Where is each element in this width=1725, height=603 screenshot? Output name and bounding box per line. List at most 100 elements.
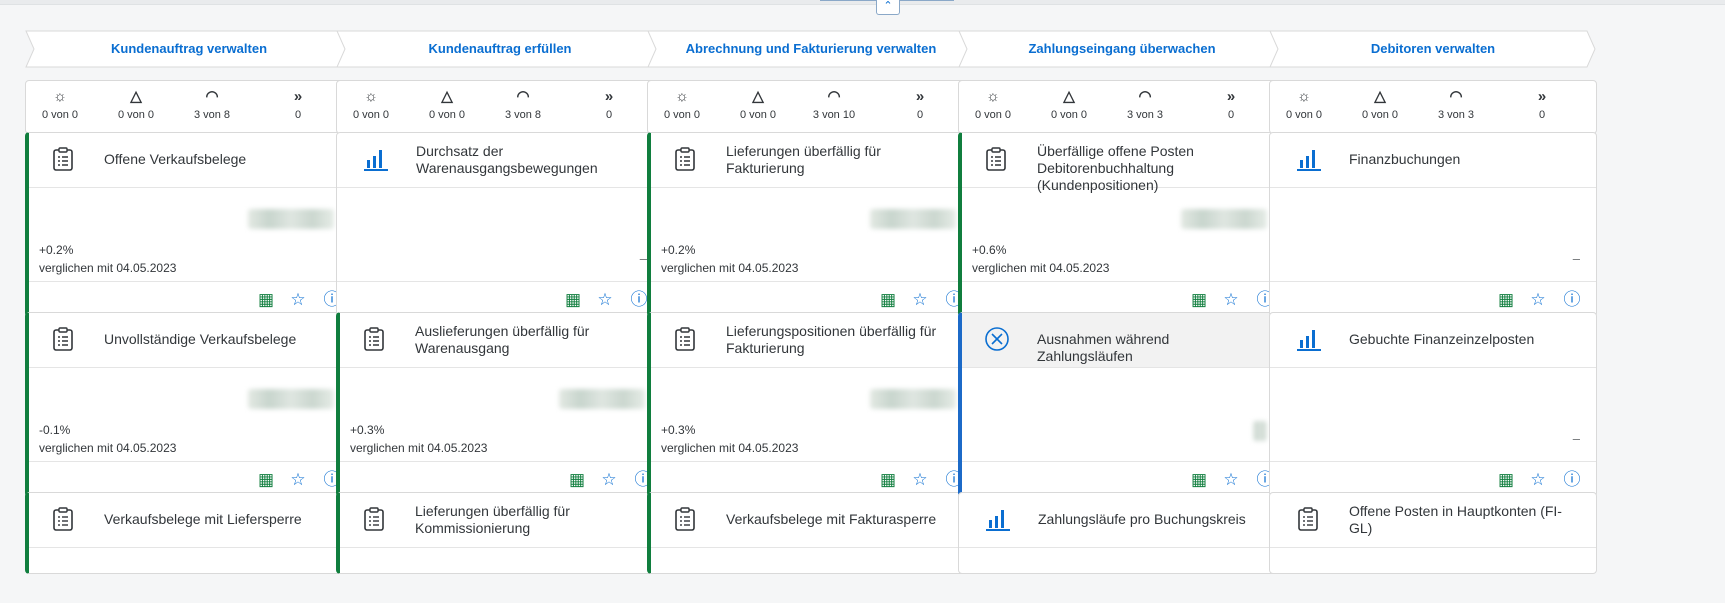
star-icon[interactable]: ☆	[1528, 290, 1548, 310]
kpi-indicator[interactable]: △ 0 von 0	[96, 87, 176, 121]
table-icon[interactable]: ▦	[256, 470, 276, 490]
kpi-indicator[interactable]: ☼ 0 von 0	[20, 87, 100, 121]
tile-title: Lieferungen überfällig für Fakturierung	[726, 143, 881, 176]
kpi-tile[interactable]: Offene Posten in Hauptkonten (FI-GL)	[1269, 492, 1597, 574]
tile-title: Durchsatz der Warenausgangsbewegungen	[416, 143, 598, 176]
star-icon[interactable]: ☆	[910, 470, 930, 490]
kpi-tile[interactable]: Lieferungen überfällig für Kommissionier…	[336, 492, 664, 574]
bar-chart-icon	[1296, 326, 1321, 352]
kpi-tile[interactable]: Auslieferungen überfällig für Warenausga…	[336, 312, 664, 497]
star-icon[interactable]: ☆	[1221, 470, 1241, 490]
kpi-tile[interactable]: Finanzbuchungen – ▦ ☆ ⓘ	[1269, 132, 1597, 317]
kpi-indicator[interactable]: ☼ 0 von 0	[642, 87, 722, 121]
kpi-tile[interactable]: Lieferungspositionen überfällig für Fakt…	[647, 312, 975, 497]
kpi-tile[interactable]: Ausnahmen während Zahlungsläufen ▦ ☆ ⓘ	[958, 312, 1286, 497]
bar-chart-icon	[1296, 146, 1321, 172]
kpi-tile[interactable]: Offene Verkaufsbelege +0.2% verglichen mit…	[25, 132, 353, 317]
table-icon[interactable]: ▦	[1496, 470, 1516, 490]
collapse-header-button[interactable]: ⌃	[876, 0, 900, 15]
process-step-header[interactable]: Debitoren verwalten	[1269, 30, 1597, 68]
kpi-count: 0 von 0	[41, 109, 79, 121]
kpi-indicator[interactable]: △ 0 von 0	[407, 87, 487, 121]
kpi-count: 0 von 0	[1361, 109, 1399, 121]
table-icon[interactable]: ▦	[256, 290, 276, 310]
process-step-title: Zahlungseingang überwachen	[1028, 41, 1216, 56]
kpi-indicator[interactable]: ☼ 0 von 0	[1264, 87, 1344, 121]
star-icon[interactable]: ☆	[910, 290, 930, 310]
sun-alert-icon: ☼	[53, 88, 67, 105]
star-icon[interactable]: ☆	[595, 290, 615, 310]
kpi-indicator[interactable]: ◠ 3 von 3	[1105, 87, 1185, 121]
kpi-indicator[interactable]: ◠ 3 von 3	[1416, 87, 1496, 121]
star-icon[interactable]: ☆	[1221, 290, 1241, 310]
process-step-header[interactable]: Kundenauftrag erfüllen	[336, 30, 664, 68]
table-icon[interactable]: ▦	[878, 290, 898, 310]
kpi-indicator[interactable]: ☼ 0 von 0	[953, 87, 1033, 121]
kpi-tile[interactable]: Zahlungsläufe pro Buchungskreis	[958, 492, 1286, 574]
table-icon[interactable]: ▦	[1189, 470, 1209, 490]
star-icon[interactable]: ☆	[1528, 470, 1548, 490]
kpi-indicator[interactable]: » 0	[258, 87, 338, 121]
tile-title: Lieferungen überfällig für Kommissionier…	[415, 503, 570, 536]
kpi-summary-bar: ☼ 0 von 0 △ 0 von 0 ◠ 3 von 3» 0	[958, 80, 1286, 134]
kpi-indicator[interactable]: ◠ 3 von 8	[172, 87, 252, 121]
tile-header: Ausnahmen während Zahlungsläufen	[962, 313, 1285, 368]
gauge-icon: ◠	[1449, 88, 1463, 105]
table-icon[interactable]: ▦	[563, 290, 583, 310]
tile-header: Durchsatz der Warenausgangsbewegungen	[337, 133, 663, 188]
process-step-header[interactable]: Abrechnung und Fakturierung verwalten	[647, 30, 975, 68]
kpi-indicator[interactable]: » 0	[1191, 87, 1271, 121]
clipboard-icon	[51, 326, 75, 352]
kpi-tile[interactable]: Lieferungen überfällig für Fakturierung +…	[647, 132, 975, 317]
tile-footer: ▦ ☆ ⓘ	[962, 461, 1285, 496]
tile-footer: ▦ ☆ ⓘ	[337, 281, 663, 316]
triangle-icon: △	[441, 88, 453, 105]
kpi-indicator[interactable]: » 0	[569, 87, 649, 121]
tile-value-redacted	[559, 389, 645, 409]
kpi-summary-bar: ☼ 0 von 0 △ 0 von 0 ◠ 3 von 8» 0	[25, 80, 353, 134]
tile-change-percent: +0.6%	[972, 243, 1007, 257]
process-step-header[interactable]: Zahlungseingang überwachen	[958, 30, 1286, 68]
kpi-tile[interactable]: Unvollständige Verkaufsbelege -0.1% vergli…	[25, 312, 353, 497]
kpi-count: 3 von 10	[812, 109, 856, 121]
kpi-indicator[interactable]: △ 0 von 0	[1340, 87, 1420, 121]
table-icon[interactable]: ▦	[1189, 290, 1209, 310]
kpi-tile[interactable]: Überfällige offene Posten Debitorenbuchh…	[958, 132, 1286, 317]
kpi-indicator[interactable]: △ 0 von 0	[1029, 87, 1109, 121]
info-icon[interactable]: ⓘ	[1562, 290, 1582, 310]
kpi-indicator[interactable]: » 0	[1502, 87, 1582, 121]
kpi-indicator[interactable]: △ 0 von 0	[718, 87, 798, 121]
kpi-tile[interactable]: Durchsatz der Warenausgangsbewegungen – ▦ ☆…	[336, 132, 664, 317]
tile-header: Lieferungen überfällig für Fakturierung	[651, 133, 974, 188]
process-step-title: Abrechnung und Fakturierung verwalten	[685, 41, 937, 56]
info-icon[interactable]: ⓘ	[1562, 470, 1582, 490]
tile-value-redacted	[870, 389, 956, 409]
kpi-tile[interactable]: Verkaufsbelege mit Fakturasperre	[647, 492, 975, 574]
bar-chart-icon	[363, 146, 388, 172]
tile-header: Offene Posten in Hauptkonten (FI-GL)	[1270, 493, 1596, 548]
process-step-header[interactable]: Kundenauftrag verwalten	[25, 30, 353, 68]
tile-title: Finanzbuchungen	[1349, 151, 1461, 167]
kpi-count: 0 von 0	[1050, 109, 1088, 121]
info-icon[interactable]: ⓘ	[629, 290, 649, 310]
kpi-tile[interactable]: Verkaufsbelege mit Liefersperre	[25, 492, 353, 574]
tile-value-redacted	[870, 209, 956, 229]
tile-comparison-date: verglichen mit 04.05.2023	[661, 441, 799, 455]
tile-comparison-date: verglichen mit 04.05.2023	[39, 441, 177, 455]
clipboard-icon	[673, 506, 697, 532]
kpi-count: 3 von 3	[1126, 109, 1164, 121]
table-icon[interactable]: ▦	[878, 470, 898, 490]
kpi-tile[interactable]: Gebuchte Finanzeinzelposten – ▦ ☆ ⓘ	[1269, 312, 1597, 497]
star-icon[interactable]: ☆	[599, 470, 619, 490]
kpi-indicator[interactable]: ◠ 3 von 8	[483, 87, 563, 121]
table-icon[interactable]: ▦	[567, 470, 587, 490]
tile-title: Offene Verkaufsbelege	[104, 151, 247, 167]
table-icon[interactable]: ▦	[1496, 290, 1516, 310]
kpi-indicator[interactable]: » 0	[880, 87, 960, 121]
kpi-indicator[interactable]: ☼ 0 von 0	[331, 87, 411, 121]
star-icon[interactable]: ☆	[288, 290, 308, 310]
kpi-indicator[interactable]: ◠ 3 von 10	[794, 87, 874, 121]
sun-alert-icon: ☼	[675, 88, 689, 105]
star-icon[interactable]: ☆	[288, 470, 308, 490]
forward-icon: »	[1537, 88, 1547, 105]
